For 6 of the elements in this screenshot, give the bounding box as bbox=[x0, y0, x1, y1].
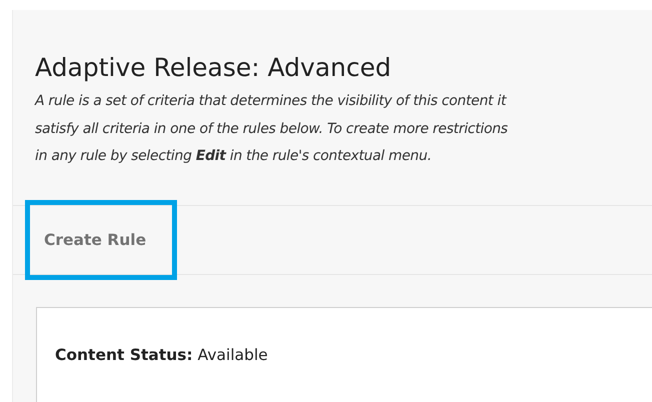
description-text: satisfy all criteria in one of the rules below. To create more restrictions bbox=[35, 120, 509, 138]
create-rule-button[interactable]: Create Rule bbox=[25, 200, 178, 280]
page-title: Adaptive Release: Advanced bbox=[34, 52, 392, 84]
description-text: A rule is a set of criteria that determines the visibility of this content it bbox=[35, 92, 508, 111]
content-status-text: Content Status: Available bbox=[55, 346, 269, 364]
description-text: in any rule by selecting Edit in the rule's contextual menu. bbox=[35, 147, 432, 166]
